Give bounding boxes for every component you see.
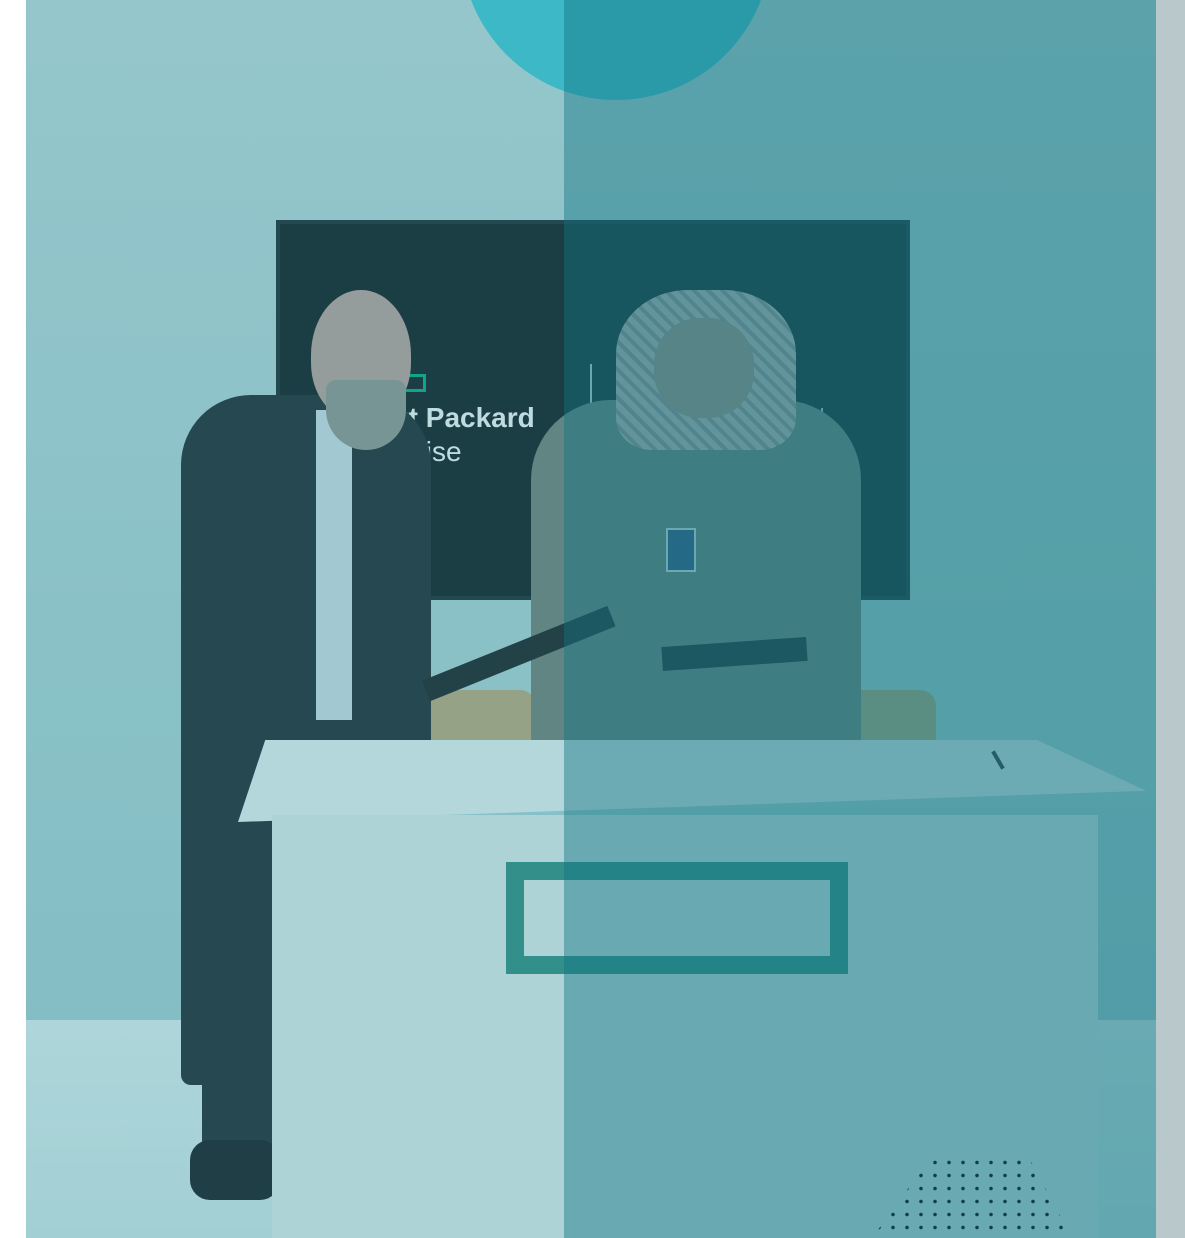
page-margin	[0, 0, 26, 1238]
side-panel	[1156, 0, 1185, 1238]
signing-ceremony-photo: lett Packard erprise ud	[26, 0, 1156, 1238]
teal-overlay-panel	[564, 0, 1156, 1238]
